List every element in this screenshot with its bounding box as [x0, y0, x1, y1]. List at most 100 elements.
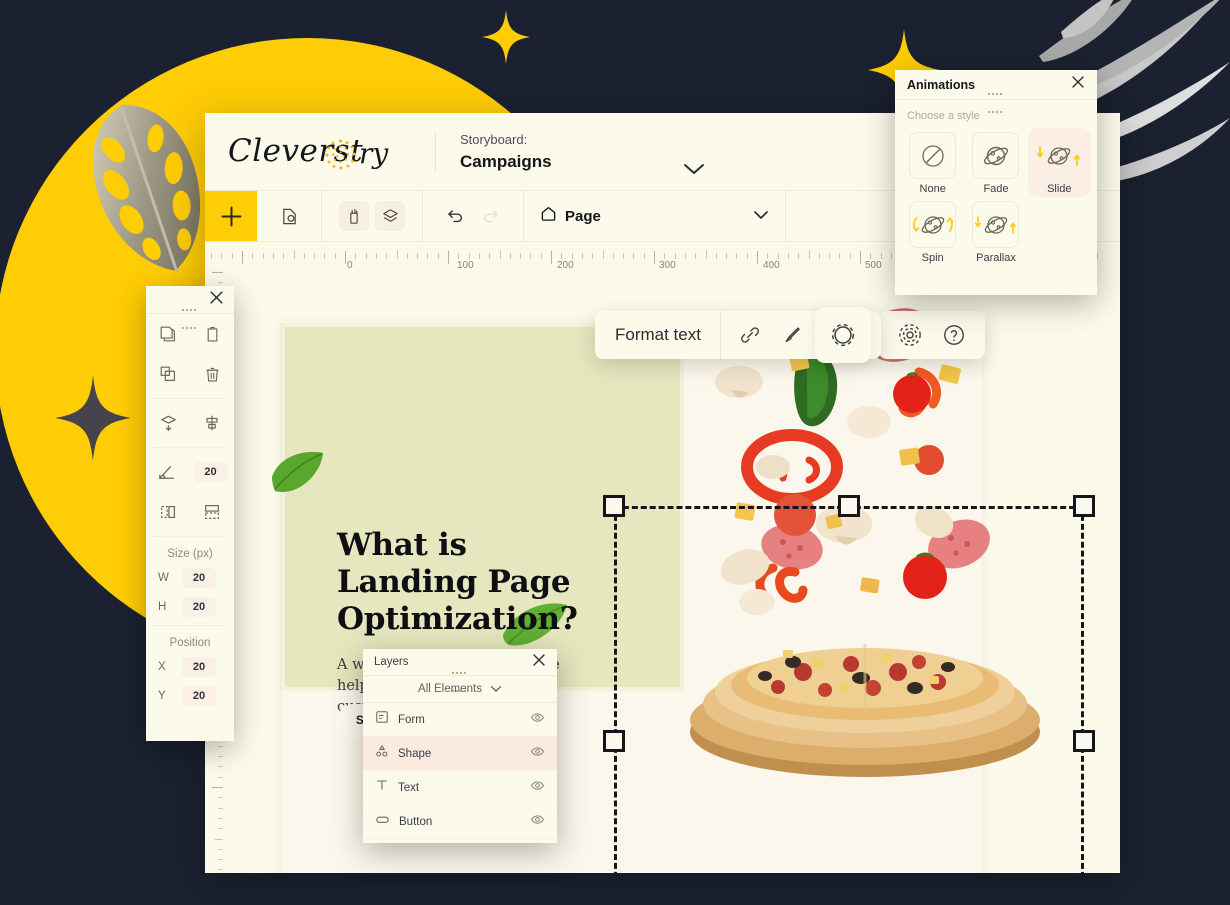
ruler-tick [468, 253, 470, 259]
size-width-input[interactable]: 20 [182, 567, 216, 588]
animation-circle-icon[interactable] [814, 307, 871, 363]
ruler-tick [664, 253, 666, 259]
drag-grip-icon[interactable] [988, 82, 1004, 118]
flip-vertical-icon[interactable] [198, 498, 226, 526]
animations-panel-title: Animations [907, 77, 976, 92]
angle-icon[interactable] [153, 458, 181, 486]
layers-icon[interactable] [375, 201, 405, 231]
ruler-tick [283, 253, 285, 259]
selection-handle-w[interactable] [603, 730, 625, 752]
ruler-tick [870, 253, 872, 259]
ruler-tick [890, 253, 892, 259]
no-animation-icon [909, 132, 957, 179]
ruler-tick [458, 253, 460, 259]
rotation-value[interactable]: 20 [193, 462, 228, 482]
selection-handle-ne[interactable] [1073, 495, 1095, 517]
close-icon[interactable] [1071, 75, 1085, 94]
tools-panel-header [146, 286, 234, 329]
eye-icon[interactable] [530, 710, 545, 730]
chevron-down-icon [490, 680, 502, 698]
ruler-tick [314, 253, 316, 259]
page-selector[interactable]: Page [524, 191, 786, 241]
ruler-tick [705, 250, 707, 259]
ruler-tick [218, 848, 223, 850]
duplicate-icon[interactable] [154, 360, 182, 388]
animation-style-slide[interactable]: Slide [1027, 128, 1091, 197]
target-settings-icon[interactable] [891, 316, 929, 354]
position-y-input[interactable]: 20 [182, 685, 216, 706]
selection-handles[interactable] [603, 495, 1095, 873]
ruler-tick [571, 253, 573, 259]
ruler-tick [1096, 253, 1098, 259]
storyboard-selector[interactable]: Storyboard: Campaigns [460, 131, 552, 173]
logo-dot-ring-icon [325, 139, 356, 169]
ruler-tick [849, 253, 851, 259]
ruler-tick [581, 253, 583, 259]
drag-grip-icon[interactable] [182, 298, 198, 334]
drag-grip-icon[interactable] [452, 661, 468, 697]
layer-item-shape[interactable]: Shape [363, 737, 557, 771]
page-settings-icon[interactable] [274, 201, 304, 231]
ruler-tick [551, 251, 552, 264]
add-element-button[interactable] [205, 191, 257, 241]
ruler-tick [633, 253, 635, 259]
size-width-field: W 20 [146, 563, 234, 592]
animation-style-spin[interactable]: Spin [901, 197, 964, 266]
selection-handle-n[interactable] [838, 495, 860, 517]
undo-icon[interactable] [440, 201, 470, 231]
bring-forward-icon[interactable] [154, 409, 182, 437]
animation-style-parallax[interactable]: Parallax [964, 197, 1027, 266]
ruler-tick [478, 253, 480, 259]
flip-horizontal-icon[interactable] [154, 498, 182, 526]
layers-panel-title: Layers [374, 656, 409, 668]
hero-title-line2: Landing Page [337, 564, 571, 600]
ruler-tick [684, 253, 686, 259]
layer-item-button[interactable]: Button [363, 805, 557, 839]
selection-handle-nw[interactable] [603, 495, 625, 517]
ruler-tick [218, 807, 223, 809]
link-icon[interactable] [731, 316, 769, 354]
brush-icon[interactable] [773, 316, 811, 354]
size-height-input[interactable]: 20 [182, 596, 216, 617]
ruler-tick [757, 251, 758, 264]
layers-list: Form Shape Text Button [363, 703, 557, 839]
position-x-input[interactable]: 20 [182, 656, 216, 677]
ruler-tick [345, 251, 346, 264]
ruler-tick [218, 776, 223, 778]
widgets-icon[interactable] [339, 201, 369, 231]
canvas-area[interactable]: What is Landing Page Optimization? A wel… [227, 272, 1120, 873]
format-text-label[interactable]: Format text [595, 311, 721, 359]
close-icon[interactable] [532, 653, 546, 672]
delete-icon[interactable] [198, 360, 226, 388]
ruler-tick [736, 253, 738, 259]
eye-icon[interactable] [530, 778, 545, 798]
ruler-tick [654, 251, 655, 264]
ruler-label: 200 [557, 260, 574, 271]
hero-title-line1: What is [337, 527, 467, 563]
position-y-field: Y 20 [146, 681, 234, 710]
layer-item-text[interactable]: Text [363, 771, 557, 805]
ruler-tick [674, 253, 676, 259]
help-icon[interactable] [935, 316, 973, 354]
ruler-tick [777, 253, 779, 259]
ruler-tick [767, 253, 769, 259]
app-logo[interactable]: Cleverst ry [228, 129, 413, 175]
layer-item-form[interactable]: Form [363, 703, 557, 737]
paste-icon[interactable] [198, 320, 226, 348]
animation-style-fade[interactable]: Fade [964, 128, 1027, 197]
animations-panel: Animations Choose a style None Fade Slid… [895, 70, 1097, 295]
layers-filter-label: All Elements [418, 683, 482, 695]
eye-icon[interactable] [530, 812, 545, 832]
tools-divider [154, 625, 226, 626]
eye-icon[interactable] [530, 744, 545, 764]
copy-icon[interactable] [154, 320, 182, 348]
ruler-tick [499, 250, 501, 259]
close-icon[interactable] [209, 290, 224, 310]
selection-handle-e[interactable] [1073, 730, 1095, 752]
hero-title-line3: Optimization? [337, 601, 578, 637]
redo-icon[interactable] [476, 201, 506, 231]
align-vertical-icon[interactable] [198, 409, 226, 437]
chevron-down-icon[interactable] [683, 163, 705, 181]
animation-style-none[interactable]: None [901, 128, 964, 197]
tools-row-arrange [146, 403, 234, 443]
